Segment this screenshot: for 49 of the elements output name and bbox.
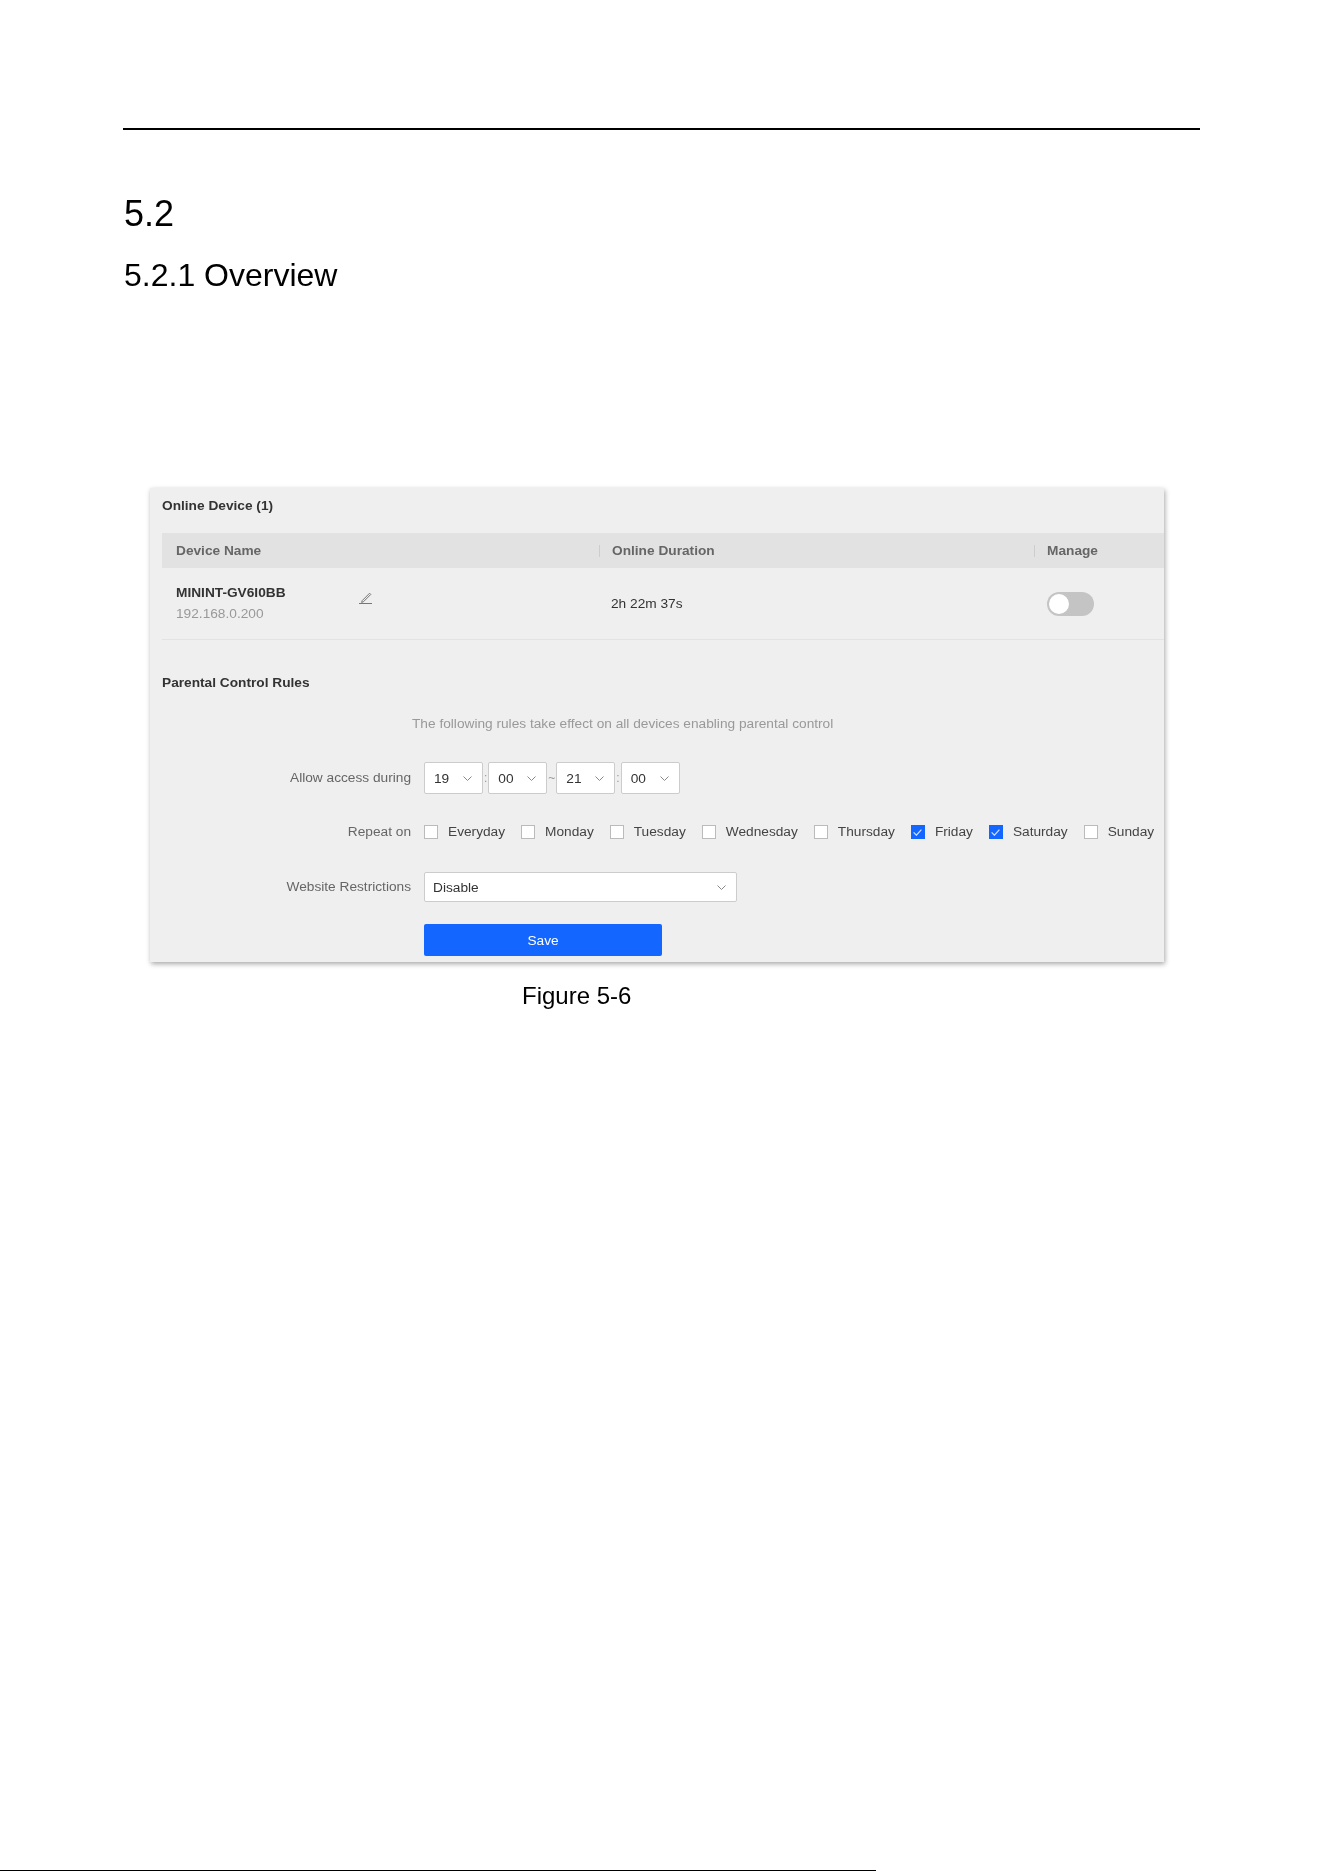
time-select[interactable]: 00 <box>620 762 680 794</box>
checkbox-label: Friday <box>934 823 973 841</box>
pencil-icon[interactable] <box>358 591 373 604</box>
chevron-down-icon <box>595 775 605 781</box>
checkbox[interactable] <box>988 825 1003 839</box>
save-button[interactable]: Save <box>424 924 662 956</box>
checkbox[interactable] <box>521 825 536 839</box>
checkbox[interactable] <box>609 825 624 839</box>
checkbox-label: Saturday <box>1012 823 1068 841</box>
checkbox[interactable] <box>813 825 828 839</box>
checkbox-label: Monday <box>545 823 594 841</box>
field-label: Website Restrictions <box>286 878 411 896</box>
chevron-down-icon <box>527 775 537 781</box>
time-separator: : <box>616 770 620 786</box>
time-separator: ~ <box>548 770 556 786</box>
checkmark-icon <box>913 828 923 836</box>
section-title: Parental Control Rules <box>162 674 310 692</box>
online-duration: 2h 22m 37s <box>611 594 683 613</box>
checkbox[interactable] <box>701 825 716 839</box>
checkbox-label: Wednesday <box>725 823 798 841</box>
checkbox[interactable] <box>424 825 438 839</box>
notice-text: The following rules take effect on all devices enabling parental control <box>412 715 834 733</box>
time-separator: : <box>484 770 488 786</box>
column-header: Manage <box>1047 541 1098 560</box>
checkbox[interactable] <box>910 825 925 839</box>
checkbox-label: Tuesday <box>633 823 686 841</box>
chevron-down-icon <box>659 775 669 781</box>
checkbox-label: Thursday <box>837 823 895 841</box>
field-label: Allow access during <box>290 769 411 787</box>
section-number: 5.2 <box>124 192 175 236</box>
field-label: Repeat on <box>347 823 411 841</box>
chevron-down-icon <box>717 884 726 890</box>
checkbox-label: Everyday <box>448 823 506 841</box>
ip-address: 192.168.0.200 <box>176 605 264 623</box>
checkbox[interactable] <box>1083 825 1098 839</box>
time-select[interactable]: 21 <box>556 762 616 794</box>
device-name: MININT-GV6I0BB <box>176 584 286 602</box>
column-header: Device Name <box>176 541 262 560</box>
toggle-switch[interactable] <box>1047 591 1094 616</box>
time-select[interactable]: 19 <box>424 762 483 794</box>
chevron-down-icon <box>463 775 472 781</box>
checkmark-icon <box>991 828 1001 836</box>
section-heading: 5.2.1 Overview <box>124 256 338 295</box>
time-select[interactable]: 00 <box>488 762 548 794</box>
figure-caption: Figure 5-6 <box>522 981 632 1011</box>
section-title: Online Device (1) <box>162 497 274 515</box>
column-header: Online Duration <box>612 541 715 560</box>
checkbox-label: Sunday <box>1107 823 1155 841</box>
dropdown[interactable]: Disable <box>424 872 737 902</box>
